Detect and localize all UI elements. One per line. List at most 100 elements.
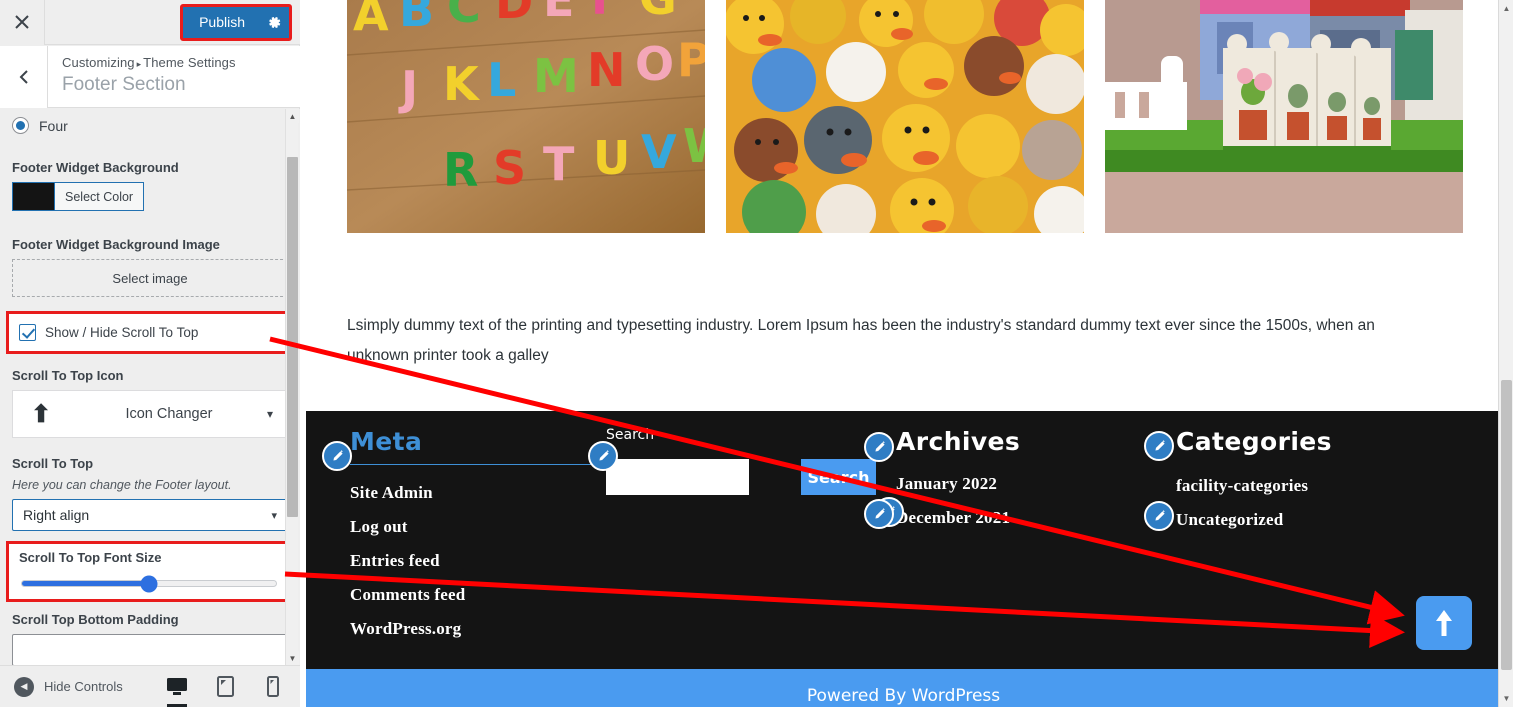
svg-text:T: T [543, 137, 575, 191]
mobile-preview-button[interactable] [260, 672, 286, 702]
scroll-to-top-align-control: Scroll To Top Here you can change the Fo… [0, 456, 300, 531]
tablet-preview-button[interactable] [212, 672, 238, 702]
edit-categories-list-button[interactable] [1144, 501, 1174, 531]
color-picker[interactable]: Select Color [12, 182, 288, 211]
device-preview-switcher [164, 672, 300, 707]
archives-link-january-2022[interactable]: January 2022 [896, 474, 1166, 494]
pencil-icon [874, 440, 885, 452]
edit-search-widget-button[interactable] [588, 441, 618, 471]
svg-text:S: S [493, 141, 526, 195]
breadcrumb-parent[interactable]: Theme Settings [143, 55, 235, 70]
scroll-top-bottom-padding-label: Scroll Top Bottom Padding [12, 612, 179, 627]
archives-widget-title: Archives [896, 427, 1021, 456]
pencil-icon [874, 507, 885, 519]
preview-scroll-down-arrow-icon[interactable]: ▼ [1499, 690, 1513, 707]
meta-link-comments-feed[interactable]: Comments feed [350, 585, 606, 605]
scroll-to-top-button[interactable] [1416, 596, 1472, 650]
svg-text:J: J [398, 61, 418, 115]
mobile-icon [267, 676, 279, 697]
search-widget: Search Search [588, 427, 904, 653]
pencil-icon [1154, 439, 1165, 451]
edit-archives-widget-button[interactable] [864, 432, 894, 462]
scroll-top-bottom-padding-input[interactable] [12, 634, 288, 665]
back-button[interactable] [0, 46, 48, 108]
footer-alignment-select[interactable]: Right align ▾ [12, 499, 288, 531]
scroll-down-arrow-icon[interactable]: ▼ [286, 651, 299, 665]
select-image-button[interactable]: Select image [12, 259, 288, 297]
search-submit-button[interactable]: Search [801, 459, 876, 495]
edit-categories-widget-button[interactable] [1144, 431, 1174, 461]
scroll-to-top-icon-label: Scroll To Top Icon [12, 368, 124, 383]
sidebar-scrollbar-thumb[interactable] [287, 157, 298, 517]
icon-changer-dropdown[interactable]: ⬆ Icon Changer ▾ [12, 390, 288, 438]
search-input[interactable] [606, 459, 749, 495]
rubber-ducks-photo [726, 0, 1084, 233]
scroll-to-top-description: Here you can change the Footer layout. [12, 478, 232, 492]
scroll-to-top-font-size-slider[interactable] [13, 572, 285, 597]
scroll-up-arrow-icon[interactable]: ▲ [286, 109, 299, 123]
scroll-to-top-font-size-label: Scroll To Top Font Size [19, 550, 162, 565]
color-swatch[interactable] [12, 182, 54, 211]
image-gallery-row: AB CD EF G JK LM NO P RS TU VW [301, 0, 1513, 233]
show-hide-scroll-to-top-control[interactable]: Show / Hide Scroll To Top [9, 314, 289, 351]
search-widget-title: Search [606, 427, 655, 443]
publish-button[interactable]: Publish [183, 7, 259, 38]
preview-scrollbar-thumb[interactable] [1501, 380, 1512, 670]
site-preview[interactable]: AB CD EF G JK LM NO P RS TU VW [301, 0, 1513, 707]
preview-scroll-up-arrow-icon[interactable]: ▲ [1499, 0, 1513, 17]
meta-widget-title: Meta [350, 427, 423, 456]
categories-widget-links: facility-categories Uncategorized [1166, 476, 1466, 530]
customizer-sidebar: Publish Customizing ▸ Theme Settings Foo… [0, 0, 300, 707]
categories-widget-title: Categories [1176, 427, 1332, 456]
powered-by-text[interactable]: Powered By WordPress [807, 686, 1000, 706]
archives-link-december-2021[interactable]: December 2021 [896, 508, 1166, 528]
show-hide-scroll-to-top-highlight-box: Show / Hide Scroll To Top [6, 311, 292, 354]
meta-link-site-admin[interactable]: Site Admin [350, 483, 606, 503]
footer-alignment-value: Right align [23, 507, 90, 523]
edit-meta-widget-button[interactable] [322, 441, 352, 471]
intro-paragraph: Lsimply dummy text of the printing and t… [347, 317, 1375, 364]
alphabet-letters-photo: AB CD EF G JK LM NO P RS TU VW [347, 0, 705, 233]
close-customizer-button[interactable] [0, 0, 45, 45]
svg-text:F: F [591, 0, 622, 25]
arrow-up-icon: ⬆ [30, 400, 52, 428]
footer-columns-radio-four[interactable]: Four [0, 109, 300, 138]
svg-text:A: A [353, 0, 389, 41]
breadcrumb-separator: ▸ [136, 59, 142, 69]
chevron-down-icon: ▾ [266, 407, 273, 421]
svg-text:L: L [487, 53, 516, 107]
show-hide-scroll-to-top-checkbox[interactable] [19, 324, 36, 341]
footer-columns-radio-label: Four [39, 117, 68, 134]
archives-widget: Archives January 2022 December 2021 [864, 427, 1166, 653]
svg-text:R: R [443, 143, 478, 197]
slider-track[interactable] [21, 575, 277, 592]
pencil-icon [598, 449, 609, 461]
footer-widget-area: Meta Site Admin Log out Entries feed Com… [306, 411, 1501, 669]
categories-link-uncategorized[interactable]: Uncategorized [1176, 510, 1466, 530]
slider-fill [22, 581, 149, 586]
customizer-screen: Publish Customizing ▸ Theme Settings Foo… [0, 0, 1528, 707]
svg-text:C: C [447, 0, 481, 33]
desktop-preview-button[interactable] [164, 672, 190, 707]
meta-widget-links: Site Admin Log out Entries feed Comments… [350, 483, 606, 639]
svg-text:W: W [683, 119, 705, 173]
svg-text:P: P [677, 33, 705, 87]
edit-archives-list-button[interactable] [864, 499, 894, 529]
radio-selected-icon [12, 117, 29, 134]
sidebar-scrollbar[interactable]: ▲ ▼ [285, 109, 299, 665]
slider-knob[interactable] [140, 575, 158, 592]
hide-controls-button[interactable]: ◀ Hide Controls [0, 676, 123, 697]
preview-scrollbar[interactable]: ▲ ▼ [1498, 0, 1513, 707]
categories-link-facility-categories[interactable]: facility-categories [1176, 476, 1466, 496]
meta-link-log-out[interactable]: Log out [350, 517, 606, 537]
scroll-top-bottom-padding-control: Scroll Top Bottom Padding [0, 612, 300, 665]
select-color-button[interactable]: Select Color [54, 182, 145, 211]
breadcrumb: Customizing ▸ Theme Settings Footer Sectio… [48, 46, 236, 107]
meta-link-entries-feed[interactable]: Entries feed [350, 551, 606, 571]
chevron-down-icon: ▾ [271, 509, 277, 522]
publish-settings-button[interactable] [259, 7, 289, 38]
meta-link-wordpress-org[interactable]: WordPress.org [350, 619, 606, 639]
svg-text:K: K [443, 57, 481, 111]
close-icon [15, 15, 29, 29]
svg-text:V: V [641, 125, 677, 179]
